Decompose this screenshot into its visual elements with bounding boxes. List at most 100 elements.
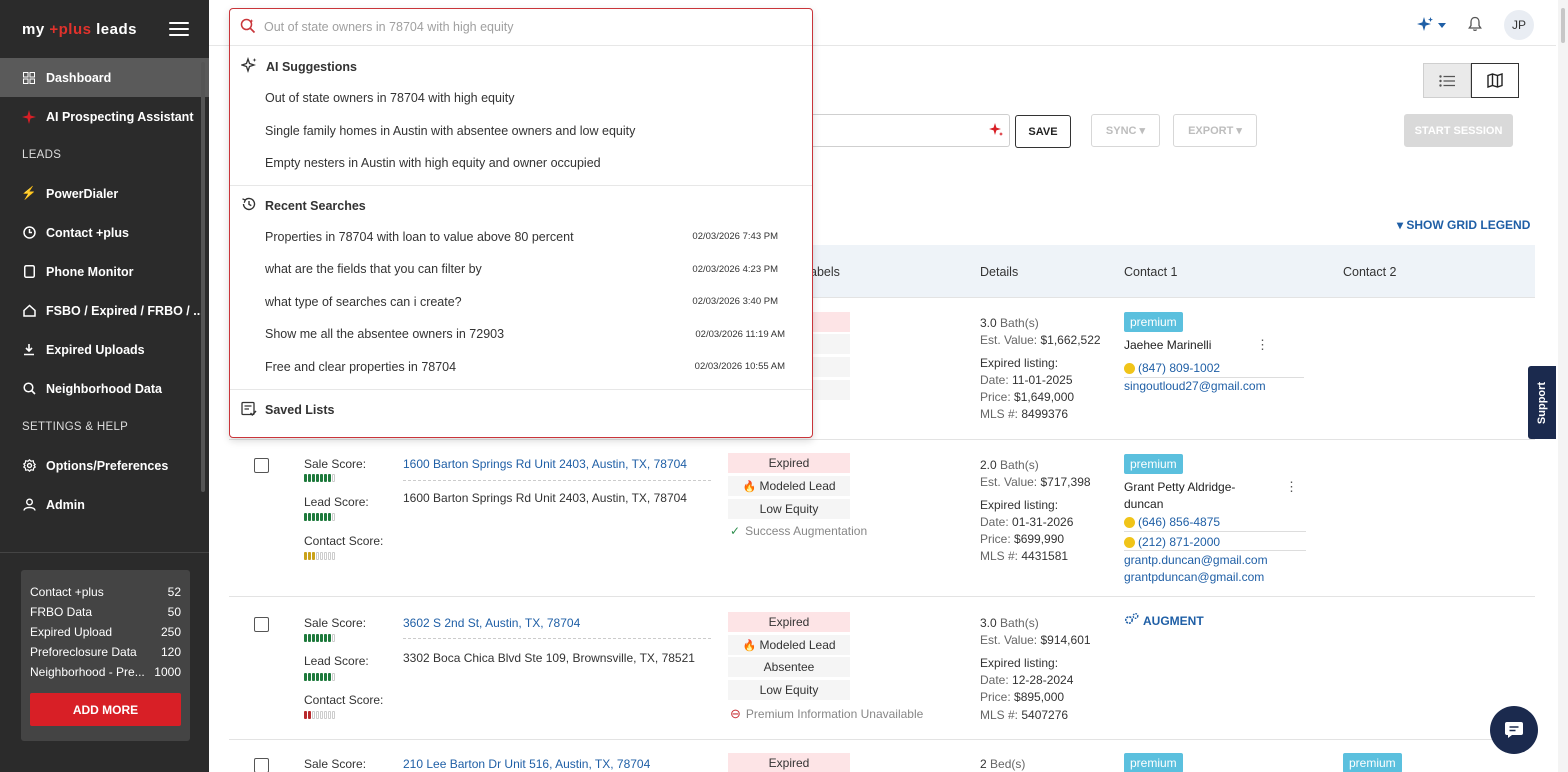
score-segment bbox=[320, 634, 323, 642]
expired-listing-title: Expired listing: bbox=[980, 498, 1059, 512]
sidebar-item-admin[interactable]: Admin bbox=[0, 485, 209, 524]
contact1-column-header: Contact 1 bbox=[1124, 265, 1178, 279]
score-segment bbox=[312, 711, 315, 719]
row-checkbox[interactable] bbox=[254, 458, 269, 473]
search-box[interactable] bbox=[230, 9, 812, 46]
mailing-address: 1600 Barton Springs Rd Unit 2403, Austin… bbox=[403, 491, 687, 505]
lead-score-label: Lead Score: bbox=[304, 495, 369, 509]
expired-listing-title: Expired listing: bbox=[980, 356, 1059, 370]
brand-logo[interactable]: my +plus leads bbox=[22, 21, 137, 38]
recent-search-item[interactable]: what are the fields that you can filter … bbox=[230, 253, 812, 286]
contact-name: Grant Petty Aldridge- bbox=[1124, 480, 1236, 494]
expired-listing-title: Expired listing: bbox=[980, 656, 1059, 670]
score-segment bbox=[316, 474, 319, 482]
start-session-button[interactable]: START SESSION bbox=[1404, 114, 1513, 147]
add-more-button[interactable]: ADD MORE bbox=[30, 693, 181, 726]
support-tab[interactable]: Support bbox=[1528, 366, 1556, 439]
score-segment bbox=[320, 474, 323, 482]
more-options-icon[interactable]: ⋮ bbox=[1256, 337, 1269, 353]
sidebar-item-contact-plus[interactable]: Contact +plus bbox=[0, 213, 209, 252]
search-input[interactable] bbox=[264, 20, 784, 34]
ai-sparkle-dropdown[interactable] bbox=[1416, 16, 1446, 34]
contact-email[interactable]: grantpduncan@gmail.com bbox=[1124, 570, 1264, 584]
bell-icon[interactable] bbox=[1468, 16, 1482, 35]
contact-email[interactable]: singoutloud27@gmail.com bbox=[1124, 379, 1266, 393]
sidebar: my +plus leads Dashboard AI Prospecting … bbox=[0, 0, 209, 772]
sidebar-item-powerdialer[interactable]: ⚡ PowerDialer bbox=[0, 174, 209, 213]
details-column-header: Details bbox=[980, 265, 1019, 279]
saved-lists-header[interactable]: Saved Lists bbox=[230, 395, 812, 425]
property-address-link[interactable]: 210 Lee Barton Dr Unit 516, Austin, TX, … bbox=[403, 757, 650, 771]
menu-icon[interactable] bbox=[169, 22, 189, 36]
sidebar-item-options[interactable]: Options/Preferences bbox=[0, 446, 209, 485]
sidebar-item-phone-monitor[interactable]: Phone Monitor bbox=[0, 252, 209, 291]
augment-button[interactable]: AUGMENT bbox=[1124, 612, 1204, 629]
recent-search-item[interactable]: what type of searches can i create? 02/03… bbox=[230, 286, 812, 319]
augmentation-status: ✓ Success Augmentation bbox=[730, 524, 868, 538]
property-address-link[interactable]: 3602 S 2nd St, Austin, TX, 78704 bbox=[403, 616, 580, 630]
score-segment bbox=[328, 711, 331, 719]
property-address-link[interactable]: 1600 Barton Springs Rd Unit 2403, Austin… bbox=[403, 457, 687, 471]
recent-search-item[interactable]: Free and clear properties in 78704 02/03/… bbox=[230, 351, 812, 384]
chat-button[interactable] bbox=[1490, 706, 1538, 754]
ai-suggestion-item[interactable]: Single family homes in Austin with absen… bbox=[230, 115, 812, 148]
recent-search-item[interactable]: Show me all the absentee owners in 72903… bbox=[230, 318, 812, 351]
contact-phone[interactable]: (847) 809-1002 bbox=[1124, 361, 1220, 375]
premium-badge: premium bbox=[1124, 312, 1183, 332]
history-icon bbox=[241, 196, 257, 215]
contact-email[interactable]: grantp.duncan@gmail.com bbox=[1124, 553, 1268, 567]
score-segment bbox=[308, 513, 311, 521]
augmentation-status: ⊖ Premium Information Unavailable bbox=[730, 706, 924, 721]
low-equity-label: Low Equity bbox=[728, 499, 850, 519]
ai-sparkle-icon[interactable] bbox=[988, 122, 1004, 141]
table-row[interactable]: Sale Score: Lead Score: Contact Score: 3… bbox=[229, 598, 1535, 740]
sidebar-item-fsbo[interactable]: FSBO / Expired / FRBO / ... bbox=[0, 291, 209, 330]
baths: 2.0 Bath(s) bbox=[980, 458, 1039, 472]
list-view-button[interactable] bbox=[1423, 63, 1471, 98]
dropdown-divider bbox=[230, 184, 812, 186]
search-bar-tail[interactable] bbox=[800, 114, 1010, 147]
row-checkbox[interactable] bbox=[254, 758, 269, 772]
score-segment bbox=[328, 474, 331, 482]
sidebar-item-neighborhood[interactable]: Neighborhood Data bbox=[0, 369, 209, 408]
score-segment bbox=[304, 474, 307, 482]
sidebar-scrollbar[interactable] bbox=[201, 62, 205, 492]
topbar-actions: JP bbox=[1416, 10, 1534, 40]
recent-searches-header: Recent Searches bbox=[230, 191, 812, 221]
score-segment bbox=[308, 634, 311, 642]
score-segment bbox=[308, 673, 311, 681]
search-map-icon bbox=[22, 382, 36, 396]
export-button[interactable]: EXPORT ▾ bbox=[1173, 114, 1257, 147]
brand-bar: my +plus leads bbox=[0, 0, 209, 58]
minus-circle-icon: ⊖ bbox=[730, 706, 741, 721]
ai-suggestion-item[interactable]: Out of state owners in 78704 with high e… bbox=[230, 82, 812, 115]
sidebar-item-ai-prospecting[interactable]: AI Prospecting Assistant bbox=[0, 97, 209, 136]
phone-monitor-icon bbox=[22, 265, 36, 279]
show-grid-legend-toggle[interactable]: ▾ SHOW GRID LEGEND bbox=[1397, 218, 1530, 232]
modeled-lead-label: 🔥 Modeled Lead bbox=[728, 635, 850, 655]
recent-search-item[interactable]: Properties in 78704 with loan to value a… bbox=[230, 221, 812, 254]
more-options-icon[interactable]: ⋮ bbox=[1285, 479, 1298, 495]
lead-score-bars bbox=[304, 513, 335, 521]
fire-icon: 🔥 bbox=[742, 639, 757, 652]
sync-button[interactable]: SYNC ▾ bbox=[1091, 114, 1160, 147]
ai-suggestion-item[interactable]: Empty nesters in Austin with high equity… bbox=[230, 147, 812, 180]
sidebar-item-expired-uploads[interactable]: Expired Uploads bbox=[0, 330, 209, 369]
row-checkbox[interactable] bbox=[254, 617, 269, 632]
map-view-button[interactable] bbox=[1471, 63, 1519, 98]
page-scrollbar[interactable] bbox=[1558, 0, 1568, 772]
recent-search-timestamp: 02/03/2026 4:23 PM bbox=[692, 263, 778, 275]
score-segment bbox=[312, 634, 315, 642]
listing-date: Date: 11-01-2025 bbox=[980, 373, 1073, 387]
contact-phone[interactable]: (212) 871-2000 bbox=[1124, 535, 1220, 549]
save-button[interactable]: SAVE bbox=[1015, 115, 1071, 148]
baths: 3.0 Bath(s) bbox=[980, 316, 1039, 330]
score-segment bbox=[316, 634, 319, 642]
contact-phone[interactable]: (646) 856-4875 bbox=[1124, 515, 1220, 529]
table-row[interactable]: Sale Score: Lead Score: Contact Score: 1… bbox=[229, 441, 1535, 597]
sidebar-item-dashboard[interactable]: Dashboard bbox=[0, 58, 209, 97]
avatar[interactable]: JP bbox=[1504, 10, 1534, 40]
expired-label: Expired bbox=[728, 753, 850, 772]
mls-number: MLS #: 8499376 bbox=[980, 407, 1069, 421]
table-row[interactable]: Sale Score: 210 Lee Barton Dr Unit 516, … bbox=[229, 741, 1535, 772]
